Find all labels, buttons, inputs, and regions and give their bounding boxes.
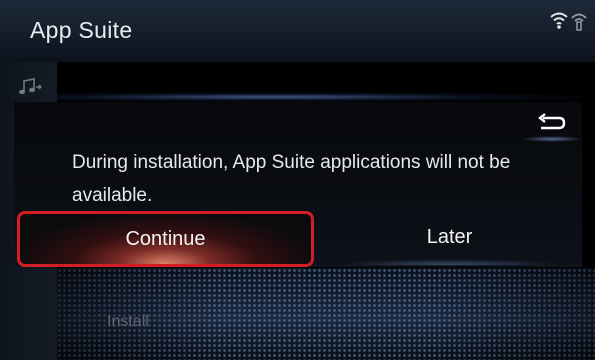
- install-label: Install: [107, 313, 149, 330]
- status-icons: [549, 10, 589, 32]
- later-button-label: Later: [426, 226, 473, 248]
- music-note-icon[interactable]: [14, 76, 44, 98]
- continue-button[interactable]: Continue: [17, 211, 314, 267]
- hotspot-icon: [571, 13, 587, 31]
- later-button-glow: [337, 259, 562, 265]
- header-bar: App Suite: [0, 0, 595, 62]
- back-button-glow: [522, 136, 582, 142]
- app-suite-screen: App Suite During installation, App Suite…: [0, 0, 595, 360]
- background-glow-line: [57, 92, 595, 102]
- later-button[interactable]: Later: [317, 213, 582, 265]
- dialog-message: During installation, App Suite applicati…: [72, 152, 511, 206]
- back-button[interactable]: [534, 112, 570, 138]
- wifi-icon: [550, 12, 587, 31]
- app-title: App Suite: [30, 17, 133, 43]
- continue-button-label: Continue: [125, 228, 206, 250]
- return-arrow-icon: [538, 113, 566, 130]
